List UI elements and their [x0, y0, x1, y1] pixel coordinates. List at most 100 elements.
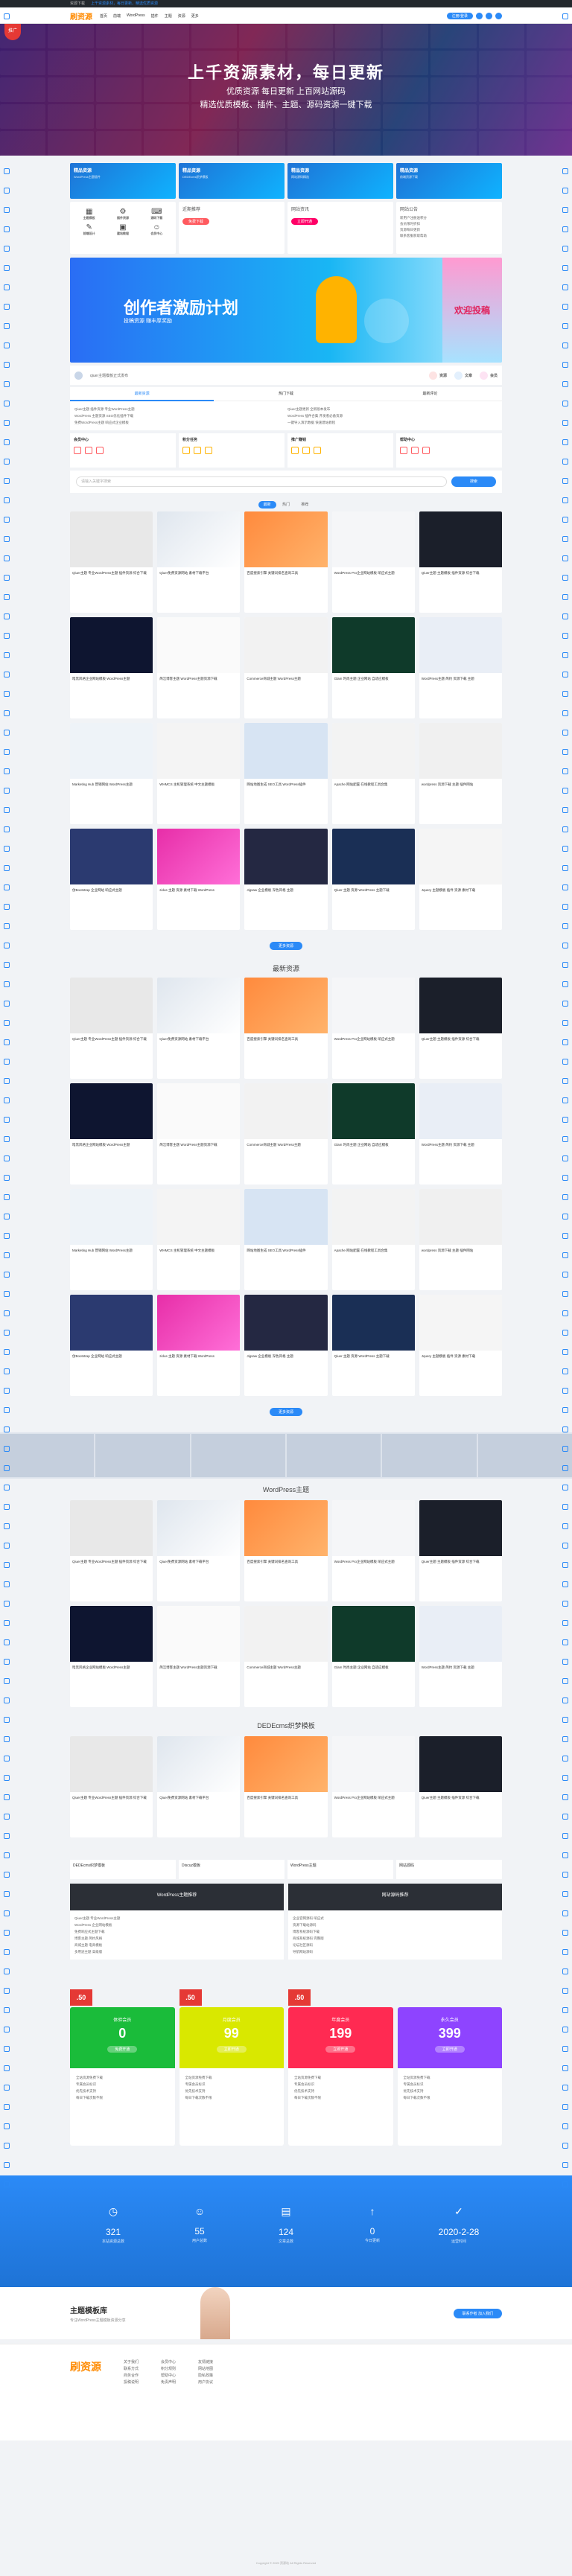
resource-thumbnail[interactable]: [331, 1736, 415, 1792]
resource-title[interactable]: 百度搜索引擎 关键词排名查询工具: [244, 1033, 327, 1042]
guide-icon[interactable]: [400, 447, 407, 454]
resource-thumbnail[interactable]: [419, 829, 502, 884]
resource-card[interactable]: Qiuer 主题 资源 WordPress 主题下载: [331, 1295, 415, 1396]
resource-thumbnail[interactable]: [70, 1736, 153, 1792]
list-item[interactable]: 博客主题 简约风格: [74, 1935, 279, 1942]
resource-title[interactable]: 百度搜索引擎 关键词排名查询工具: [244, 1792, 327, 1800]
resource-card[interactable]: 暗黑风格企业网站模板 WordPress主题: [70, 1083, 153, 1185]
resource-card[interactable]: Qiuer主题 专业WordPress主题 插件资源 综合下载: [70, 978, 153, 1079]
list-item[interactable]: Qiuer主题 专业WordPress主题: [74, 1915, 279, 1922]
resource-title[interactable]: wordpress 资源下载 主题 插件网站: [419, 779, 502, 787]
plan-button[interactable]: 立即开通: [434, 2046, 465, 2053]
resource-thumbnail[interactable]: [70, 617, 153, 673]
resource-title[interactable]: WordPress Pro企业网站模板 响应式主题: [332, 567, 415, 576]
theme-icon[interactable]: ▦ 主题模板: [74, 208, 104, 220]
resource-title[interactable]: Qiuer主题 专业WordPress主题 插件资源 综合下载: [70, 1033, 153, 1042]
resource-thumbnail[interactable]: [419, 1189, 502, 1245]
nav-item[interactable]: 资源: [178, 13, 185, 19]
resource-title[interactable]: Glam 时尚主题 企业网站 自适应模板: [332, 1139, 415, 1147]
resource-thumbnail[interactable]: [331, 1083, 415, 1139]
resource-title[interactable]: WordPress Pro企业网站模板 响应式主题: [332, 1556, 415, 1564]
resource-card[interactable]: Qiuer主题 主题模板 插件资源 综合下载: [419, 1500, 502, 1601]
resource-thumbnail[interactable]: [331, 1500, 415, 1556]
detail-icon[interactable]: [314, 447, 321, 454]
resource-title[interactable]: Jigsaw 企业模板 深色风格 主题: [244, 1351, 327, 1359]
resource-title[interactable]: 简洁博客主题 WordPress主题资源下载: [157, 1139, 240, 1147]
footer-link[interactable]: 网站地图: [198, 2366, 213, 2373]
resource-thumbnail[interactable]: [244, 511, 328, 567]
resource-title[interactable]: Commerce商城主题 WordPress主题: [244, 1139, 327, 1147]
resource-card[interactable]: WordPress Pro企业网站模板 响应式主题: [331, 1736, 415, 1837]
notice-item[interactable]: 会员限时折扣: [400, 221, 498, 227]
resource-thumbnail[interactable]: [244, 1083, 328, 1139]
footer-link[interactable]: 积分规则: [161, 2366, 176, 2373]
resource-card[interactable]: 百度搜索引擎 关键词排名查询工具: [244, 1500, 328, 1601]
tab-hot[interactable]: 热门下载: [214, 387, 358, 401]
resource-title[interactable]: Qiuer 主题 资源 WordPress 主题下载: [332, 1351, 415, 1359]
resource-thumbnail[interactable]: [419, 1500, 502, 1556]
withdraw-icon[interactable]: [302, 447, 310, 454]
resource-title[interactable]: WordPress Pro企业网站模板 响应式主题: [332, 1792, 415, 1800]
resource-thumbnail[interactable]: [70, 511, 153, 567]
resource-title[interactable]: Glam 时尚主题 企业网站 自适应模板: [332, 1662, 415, 1670]
resource-card[interactable]: Jquery 主题模板 插件 资源 素材下载: [419, 829, 502, 930]
plan-button[interactable]: 立即开通: [325, 2046, 356, 2053]
resource-title[interactable]: 网站地图生成 SEO工具 WordPress插件: [244, 1245, 327, 1253]
resource-title[interactable]: 百度搜索引擎 关键词排名查询工具: [244, 567, 327, 576]
resource-thumbnail[interactable]: [331, 829, 415, 884]
checkin-icon[interactable]: [182, 447, 190, 454]
nav-item[interactable]: 首页: [100, 13, 107, 19]
resource-title[interactable]: WHMCS 主机管理系统 中文主题模板: [157, 779, 240, 787]
topbar-brand[interactable]: 资源下载: [70, 0, 85, 7]
resource-thumbnail[interactable]: [244, 978, 328, 1033]
news-item[interactable]: Qiuer主题更新 全新版本发布: [287, 406, 498, 412]
resource-title[interactable]: 暗黑风格企业网站模板 WordPress主题: [70, 673, 153, 681]
resource-title[interactable]: wordpress 资源下载 主题 插件网站: [419, 1245, 502, 1253]
feature-card[interactable]: 精品资源 前端资源下载: [396, 163, 502, 199]
list-item[interactable]: 资源下载站源码: [293, 1922, 498, 1928]
qa-icon[interactable]: [411, 447, 419, 454]
resource-card[interactable]: WHMCS 主机管理系统 中文主题模板: [157, 723, 241, 824]
more-button[interactable]: 更多资源: [269, 1408, 302, 1416]
resource-title[interactable]: Qiuer免费资源网站 素材下载平台: [157, 1792, 240, 1800]
resource-card[interactable]: Commerce商城主题 WordPress主题: [244, 1083, 328, 1185]
plugin-icon[interactable]: ⚙ 插件资源: [107, 208, 138, 220]
resource-card[interactable]: Qiuer主题 专业WordPress主题 插件资源 综合下载: [70, 1500, 153, 1601]
resource-thumbnail[interactable]: [157, 978, 241, 1033]
resource-card[interactable]: WordPress主题 简约 资源下载 主题: [419, 617, 502, 718]
resource-thumbnail[interactable]: [157, 1736, 241, 1792]
resource-title[interactable]: Qiuer免费资源网站 素材下载平台: [157, 1033, 240, 1042]
filter-latest[interactable]: 最新: [258, 501, 276, 508]
notice-item[interactable]: 联系客服获取帮助: [400, 233, 498, 239]
resource-title[interactable]: WordPress主题 简约 资源下载 主题: [419, 1139, 502, 1147]
resource-title[interactable]: WHMCS 主机管理系统 中文主题模板: [157, 1245, 240, 1253]
site-logo[interactable]: 刷资源: [70, 10, 92, 22]
list-item[interactable]: 博客系统源码下载: [293, 1928, 498, 1935]
resource-card[interactable]: Commerce商城主题 WordPress主题: [244, 1606, 328, 1707]
resource-card[interactable]: 简洁博客主题 WordPress主题资源下载: [157, 1606, 241, 1707]
resource-card[interactable]: zidus 主题 资源 素材下载 WordPress: [157, 1295, 241, 1396]
resource-title[interactable]: Jquery 主题模板 插件 资源 素材下载: [419, 1351, 502, 1359]
resource-title[interactable]: Qiuer主题 主题模板 插件资源 综合下载: [419, 567, 502, 576]
resource-title[interactable]: 仿Bootstrap 企业网站 响应式主题: [70, 884, 153, 893]
resource-title[interactable]: WordPress主题 简约 资源下载 主题: [419, 673, 502, 681]
resource-thumbnail[interactable]: [70, 1606, 153, 1662]
contact-button[interactable]: 联系作者 加入我们: [453, 2308, 502, 2318]
resource-card[interactable]: Qiuer免费资源网站 素材下载平台: [157, 978, 241, 1079]
design-icon[interactable]: ✎ 前端设计: [74, 223, 104, 236]
nav-item[interactable]: WordPress: [127, 13, 145, 19]
footer-link[interactable]: 免责声明: [161, 2379, 176, 2386]
feature-card[interactable]: 精品资源 网站源码精选: [287, 163, 393, 199]
resource-thumbnail[interactable]: [331, 617, 415, 673]
resource-card[interactable]: Jigsaw 企业模板 深色风格 主题: [244, 829, 328, 930]
tab-comments[interactable]: 最新评论: [358, 387, 502, 401]
search-button[interactable]: 搜索: [451, 476, 496, 487]
resource-card[interactable]: wordpress 资源下载 主题 插件网站: [419, 723, 502, 824]
resource-thumbnail[interactable]: [70, 723, 153, 779]
resource-card[interactable]: 网站地图生成 SEO工具 WordPress插件: [244, 1189, 328, 1290]
free-download-button[interactable]: 免费下载: [182, 218, 210, 225]
resource-title[interactable]: 百度搜索引擎 关键词排名查询工具: [244, 1556, 327, 1564]
category-card[interactable]: 网站源码: [396, 1860, 502, 1879]
resource-title[interactable]: 网站地图生成 SEO工具 WordPress插件: [244, 779, 327, 787]
stats-label[interactable]: qiuer主题模板正式发布: [90, 373, 128, 378]
